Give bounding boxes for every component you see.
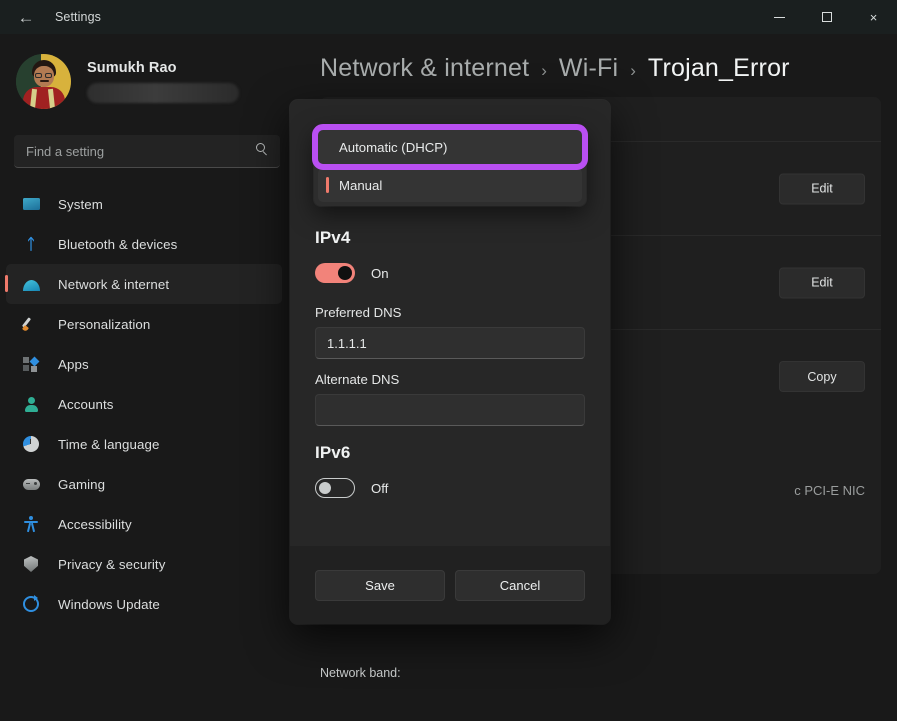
edit-button[interactable]: Edit: [779, 173, 865, 204]
sidebar-item-label: Bluetooth & devices: [58, 236, 178, 252]
title-bar: ← Settings ×: [0, 0, 897, 34]
clock-icon: [20, 435, 42, 453]
sidebar-item-network-internet[interactable]: Network & internet: [5, 264, 282, 304]
page-title: Trojan_Error: [647, 54, 790, 82]
sidebar-item-gaming[interactable]: Gaming: [6, 464, 282, 504]
dropdown-option-label: Manual: [339, 177, 383, 193]
ipv4-toggle-row: On: [315, 263, 389, 283]
sidebar-item-label: Windows Update: [58, 596, 160, 612]
save-button[interactable]: Save: [315, 569, 445, 601]
wifi-icon: [20, 275, 42, 293]
accessibility-icon: [20, 515, 42, 533]
sidebar-item-label: Network & internet: [58, 276, 170, 292]
ip-assignment-dropdown-flyout: Automatic (DHCP) Manual: [312, 124, 588, 206]
sidebar-item-bluetooth-devices[interactable]: ᛏ Bluetooth & devices: [6, 224, 282, 264]
sidebar-item-time-language[interactable]: Time & language: [6, 424, 282, 464]
maximize-icon: [821, 12, 832, 22]
refresh-icon: [20, 595, 42, 613]
preferred-dns-group: Preferred DNS: [315, 305, 585, 359]
network-band-label: Network band:: [320, 666, 401, 680]
window-controls: ×: [756, 0, 897, 34]
preferred-dns-label: Preferred DNS: [315, 305, 402, 320]
dropdown-option-automatic-dhcp[interactable]: Automatic (DHCP): [312, 124, 588, 170]
alternate-dns-input[interactable]: [315, 394, 585, 426]
sidebar-item-windows-update[interactable]: Windows Update: [6, 584, 282, 624]
back-button[interactable]: ←: [6, 2, 46, 32]
maximize-button[interactable]: [803, 0, 850, 34]
person-icon: [20, 395, 42, 413]
user-profile[interactable]: Sumukh Rao: [16, 54, 292, 109]
adapter-name: c PCI-E NIC: [794, 483, 865, 498]
ipv4-toggle[interactable]: [315, 263, 355, 283]
alternate-dns-label: Alternate DNS: [315, 372, 400, 387]
dialog-body: Automatic (DHCP) Manual IPv4 On Preferre…: [290, 100, 610, 546]
sidebar-item-system[interactable]: System: [6, 184, 282, 224]
alternate-dns-group: Alternate DNS: [315, 372, 585, 426]
sidebar-item-apps[interactable]: Apps: [6, 344, 282, 384]
settings-window: ← Settings × Sumukh Rao Find a setting S…: [0, 0, 897, 721]
profile-name: Sumukh Rao: [87, 60, 177, 76]
minimize-icon: [774, 16, 785, 18]
breadcrumb-separator-icon: ›: [541, 61, 547, 80]
close-button[interactable]: ×: [850, 0, 897, 34]
preferred-dns-input[interactable]: [315, 327, 585, 359]
back-arrow-icon: ←: [17, 7, 35, 27]
ipv6-section-title: IPv6: [315, 443, 351, 462]
apps-grid-icon: [20, 355, 42, 373]
dropdown-option-manual[interactable]: Manual: [318, 168, 582, 202]
shield-icon: [20, 555, 42, 573]
ipv4-toggle-state: On: [371, 265, 389, 281]
sidebar-nav: System ᛏ Bluetooth & devices Network & i…: [0, 184, 292, 624]
paintbrush-icon: [20, 315, 42, 333]
sidebar-item-label: Apps: [58, 356, 89, 372]
sidebar-item-privacy-security[interactable]: Privacy & security: [6, 544, 282, 584]
gamepad-icon: [20, 475, 42, 493]
profile-email-redacted: [87, 83, 239, 103]
breadcrumb-separator-icon: ›: [630, 61, 636, 80]
sidebar-item-accessibility[interactable]: Accessibility: [6, 504, 282, 544]
edit-button[interactable]: Edit: [779, 267, 865, 298]
minimize-button[interactable]: [756, 0, 803, 34]
app-title: Settings: [55, 10, 101, 24]
edit-ip-settings-dialog: Automatic (DHCP) Manual IPv4 On Preferre…: [290, 100, 610, 624]
cancel-button[interactable]: Cancel: [455, 569, 585, 601]
ipv6-toggle-row: Off: [315, 478, 388, 498]
sidebar-item-label: System: [58, 196, 103, 212]
search-icon: [256, 143, 269, 156]
search-input[interactable]: [14, 143, 280, 159]
sidebar-item-label: Accessibility: [58, 516, 132, 532]
monitor-icon: [20, 195, 42, 213]
sidebar: Sumukh Rao System ᛏ Bluetooth & devices …: [0, 34, 292, 721]
avatar: [16, 54, 71, 109]
breadcrumb-wifi[interactable]: Wi-Fi: [559, 54, 618, 83]
breadcrumb-network-internet[interactable]: Network & internet: [320, 54, 529, 83]
sidebar-item-accounts[interactable]: Accounts: [6, 384, 282, 424]
ipv6-toggle[interactable]: [315, 478, 355, 498]
sidebar-item-label: Personalization: [58, 316, 151, 332]
dialog-footer: Save Cancel: [290, 546, 610, 624]
ipv6-toggle-state: Off: [371, 480, 389, 496]
bluetooth-icon: ᛏ: [26, 235, 36, 253]
sidebar-item-personalization[interactable]: Personalization: [6, 304, 282, 344]
sidebar-item-label: Accounts: [58, 396, 114, 412]
dropdown-option-label: Automatic (DHCP): [339, 139, 448, 155]
sidebar-item-label: Gaming: [58, 476, 106, 492]
sidebar-item-label: Time & language: [58, 436, 160, 452]
sidebar-item-label: Privacy & security: [58, 556, 166, 572]
close-icon: ×: [869, 9, 878, 25]
search-box[interactable]: [14, 135, 280, 168]
breadcrumb: Network & internet › Wi-Fi › Trojan_Erro…: [320, 54, 897, 83]
ipv4-section-title: IPv4: [315, 228, 351, 247]
copy-button[interactable]: Copy: [779, 361, 865, 392]
